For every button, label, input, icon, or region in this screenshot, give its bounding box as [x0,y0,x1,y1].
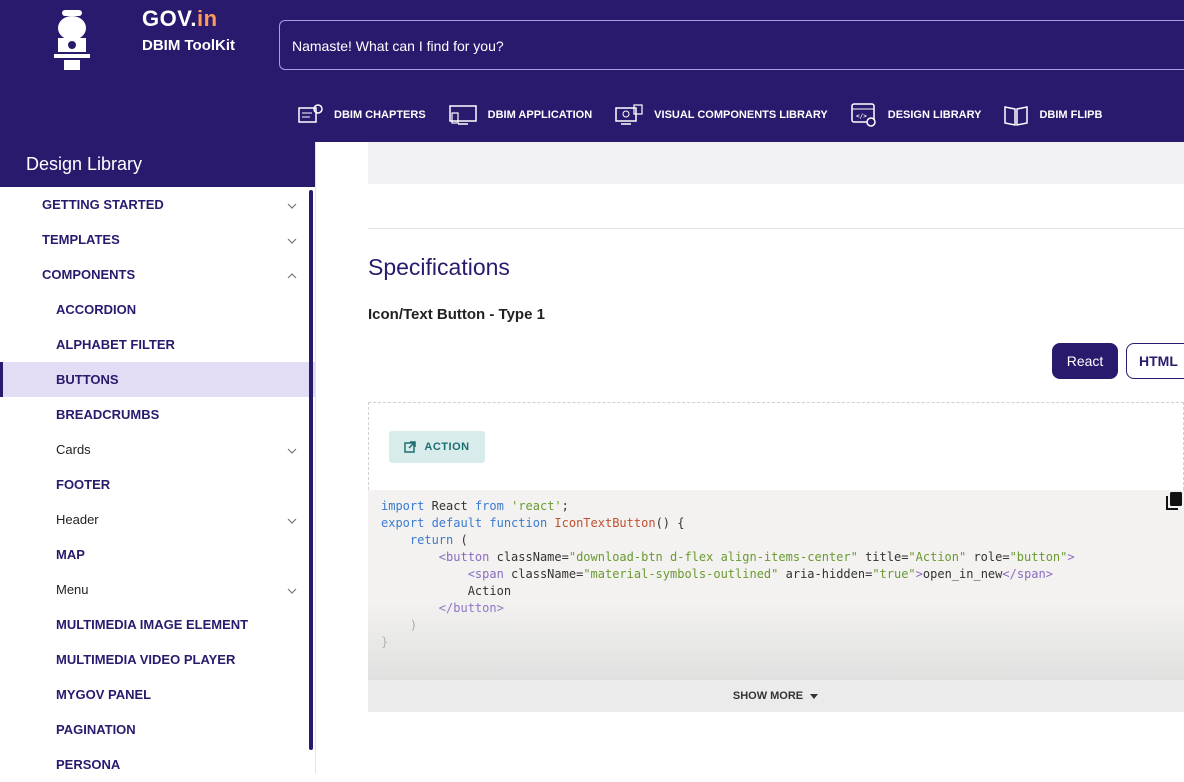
sidebar-item-label: ACCORDION [56,302,137,317]
nav-design-library[interactable]: </> DESIGN LIBRARY [850,103,981,127]
sidebar-item-label: MULTIMEDIA VIDEO PLAYER [56,652,236,667]
design-library-icon: </> [851,103,876,127]
chevron-down-icon[interactable] [287,198,297,212]
sidebar-item-label: PAGINATION [56,722,136,737]
sidebar-item-pagination[interactable]: PAGINATION [0,712,315,747]
sidebar-item-header[interactable]: Header [0,502,315,537]
page-title: Specifications [368,254,510,280]
svg-text:</>: </> [856,113,867,120]
sidebar-item-label: COMPONENTS [42,267,136,282]
sidebar-item-map[interactable]: MAP [0,537,315,572]
toolkit-name: DBIM ToolKit [142,37,236,54]
sidebar-item-label: BUTTONS [56,372,119,387]
sidebar-item-buttons[interactable]: BUTTONS [0,362,315,397]
sidebar-item-label: BREADCRUMBS [56,407,160,422]
sidebar-item-label: ALPHABET FILTER [56,337,175,352]
code-fade [368,600,1184,680]
code-line-1a: React [431,499,468,513]
sidebar-item-components[interactable]: COMPONENTS [0,257,315,292]
chevron-down-icon[interactable] [287,233,297,247]
sidebar-item-templates[interactable]: TEMPLATES [0,222,315,257]
main-content: Specifications Icon/Text Button - Type 1… [316,142,1184,773]
sidebar-item-mygov-panel[interactable]: MYGOV PANEL [0,677,315,712]
search-input[interactable] [290,34,1154,58]
previous-section-panel [368,142,1184,184]
nav-dbim-flipbook[interactable]: DBIM FLIPB [1003,103,1102,127]
tab-react[interactable]: React [1052,343,1118,379]
sidebar-item-label: GETTING STARTED [42,197,164,212]
sidebar-item-persona[interactable]: PERSONA [0,747,315,782]
chevron-down-icon[interactable] [287,583,297,597]
top-nav: DBIM CHAPTERS DBIM APPLICATION VISUAL CO… [298,95,1124,135]
sidebar-item-label: Header [56,512,99,527]
sidebar-item-label: Menu [56,582,89,597]
sidebar-scrollbar[interactable] [309,190,313,750]
application-icon [448,105,477,125]
preview-area: ACTION [368,402,1184,490]
sidebar: Design Library GETTING STARTED TEMPLATES C… [0,142,316,773]
nav-visual-components-library[interactable]: VISUAL COMPONENTS LIBRARY [614,104,828,126]
sidebar-item-label: Cards [56,442,91,457]
action-button[interactable]: ACTION [389,431,485,463]
code-block: import React from 'react'; export defaul… [368,490,1184,680]
sidebar-item-label: MULTIMEDIA IMAGE ELEMENT [56,617,249,632]
sidebar-item-label: FOOTER [56,477,111,492]
nav-dbim-application[interactable]: DBIM APPLICATION [448,104,592,126]
search-box[interactable] [279,20,1184,70]
copy-icon[interactable] [1166,492,1182,510]
sidebar-list: GETTING STARTED TEMPLATES COMPONENTS ACCORD… [0,187,315,782]
site-header: GOV.in DBIM ToolKit DBIM CHAPTERS DBIM A… [0,0,1184,142]
sidebar-item-getting-started[interactable]: GETTING STARTED [0,187,315,222]
sidebar-item-label: TEMPLATES [42,232,120,247]
sidebar-item-label: MYGOV PANEL [56,687,152,702]
sidebar-item-multimedia-image-element[interactable]: MULTIMEDIA IMAGE ELEMENT [0,607,315,642]
chevron-down-icon[interactable] [287,513,297,527]
sidebar-item-menu[interactable]: Menu [0,572,315,607]
nav-dbim-chapters[interactable]: DBIM CHAPTERS [298,104,426,126]
gov-in-wordmark: GOV.in [142,6,218,31]
sidebar-item-accordion[interactable]: ACCORDION [0,292,315,327]
logo[interactable]: GOV.in DBIM ToolKit [24,0,262,92]
caret-down-icon [810,694,819,699]
section-subtitle: Icon/Text Button - Type 1 [368,306,545,323]
sidebar-item-label: MAP [56,547,85,562]
flipbook-icon [1004,106,1029,126]
chevron-up-icon[interactable] [287,268,297,282]
tab-html[interactable]: HTML [1126,343,1184,379]
sidebar-item-footer[interactable]: FOOTER [0,467,315,502]
divider [368,228,1184,229]
sidebar-item-alphabet-filter[interactable]: ALPHABET FILTER [0,327,315,362]
chapters-icon [298,104,323,123]
show-more-button[interactable]: SHOW MORE [368,680,1184,712]
sidebar-item-breadcrumbs[interactable]: BREADCRUMBS [0,397,315,432]
national-emblem-icon [54,10,90,70]
visual-library-icon [615,104,643,125]
sidebar-item-cards[interactable]: Cards [0,432,315,467]
sidebar-title: Design Library [0,142,315,187]
sidebar-item-label: PERSONA [56,757,121,772]
sidebar-item-multimedia-video-player[interactable]: MULTIMEDIA VIDEO PLAYER [0,642,315,677]
chevron-down-icon[interactable] [287,443,297,457]
open-in-new-icon [404,441,417,453]
